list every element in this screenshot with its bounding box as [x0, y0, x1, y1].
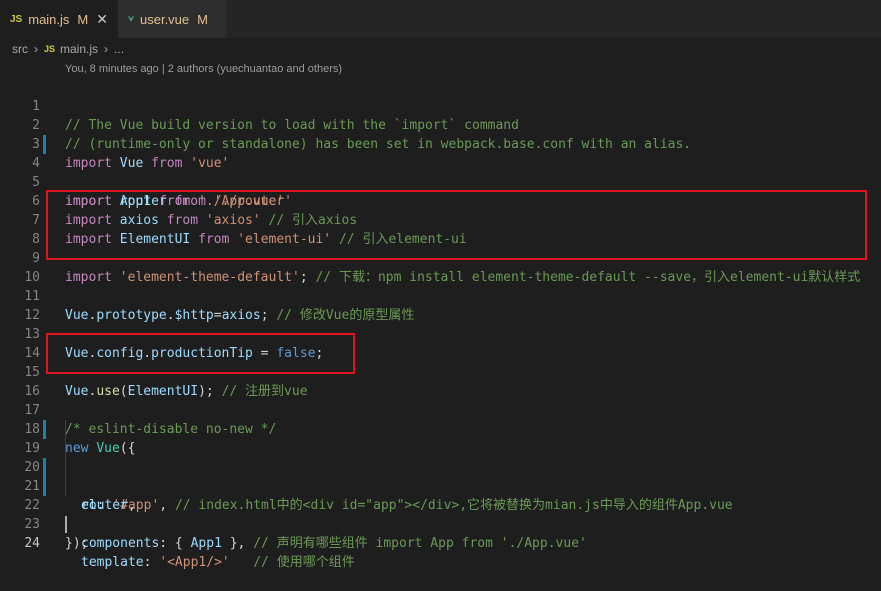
indent-guide	[65, 477, 66, 496]
annotation-box	[46, 190, 867, 260]
modified-line-marker[interactable]	[43, 477, 46, 496]
modified-line-marker[interactable]	[43, 458, 46, 477]
code-line: 1 // The Vue build version to load with …	[0, 78, 881, 133]
tab-label: main.js	[28, 11, 70, 27]
code-line: 4 import App1 from './App.vue'	[0, 135, 881, 209]
identifier: App1	[190, 536, 222, 551]
tab-label: user.vue	[140, 11, 190, 27]
chevron-right-icon: ›	[104, 42, 109, 56]
indent-guide	[65, 420, 66, 439]
indent-guide	[65, 439, 66, 458]
breadcrumb-symbols[interactable]: ...	[114, 42, 124, 56]
javascript-file-icon: JS	[10, 13, 23, 25]
code-line: 22 template: '<App1/>' // 使用哪个组件	[0, 477, 881, 570]
indent-guide	[65, 458, 66, 477]
code-line: 19 el: '#app', // index.html中的<div id="a…	[0, 420, 881, 513]
line-number: 24	[24, 536, 40, 551]
code-line: 5 import router from './router'	[0, 154, 881, 209]
breadcrumb: src › JS main.js › ...	[0, 38, 881, 60]
code-line: 23 });	[0, 496, 881, 551]
code-line: 13 Vue.config.productionTip = false;	[0, 306, 881, 361]
code-line: 21 components: { App1 }, // 声明有哪些组件 impo…	[0, 458, 881, 551]
code-line: 24	[0, 515, 881, 551]
close-icon[interactable]: ✕	[96, 11, 108, 28]
code-line: 11 Vue.prototype.$http=axios; // 修改Vue的原…	[0, 268, 881, 323]
breadcrumb-file[interactable]: main.js	[60, 42, 98, 56]
modified-indicator: M	[197, 11, 208, 27]
modified-line-marker[interactable]	[43, 420, 46, 439]
modified-line-marker[interactable]	[43, 135, 46, 154]
javascript-file-icon: JS	[44, 44, 56, 54]
vue-file-icon	[128, 16, 134, 22]
tab-main-js[interactable]: JS main.js M ✕	[0, 0, 118, 38]
punctuation: :	[143, 555, 160, 570]
punctuation: });	[65, 536, 89, 551]
property-key: components	[81, 536, 160, 551]
comment: // 使用哪个组件	[253, 555, 355, 570]
code-line: 18 new Vue({	[0, 401, 881, 456]
code-line: 20 router,	[0, 439, 881, 513]
annotation-box	[46, 333, 355, 374]
code-line: 12	[0, 287, 881, 323]
code-line: 17 /* eslint-disable no-new */	[0, 382, 881, 437]
tab-user-vue[interactable]: user.vue M	[118, 0, 226, 38]
code-line: 3 import Vue from 'vue'	[0, 116, 881, 171]
comment: // 声明有哪些组件 import App from './App.vue'	[253, 536, 587, 551]
string: '<App1/>'	[159, 555, 230, 570]
code-editor[interactable]: 1 // The Vue build version to load with …	[0, 78, 881, 570]
property-key: template	[81, 555, 144, 570]
modified-indicator: M	[77, 11, 89, 27]
breadcrumb-folder[interactable]: src	[12, 42, 28, 56]
chevron-right-icon: ›	[34, 42, 38, 56]
punctuation: },	[221, 536, 246, 551]
punctuation: : {	[159, 536, 191, 551]
editor-tab-bar: JS main.js M ✕ user.vue M	[0, 0, 881, 38]
code-line: 2 // (runtime-only or standalone) has be…	[0, 97, 881, 152]
git-blame-codelens[interactable]: You, 8 minutes ago | 2 authors (yuechuan…	[65, 60, 342, 78]
text-cursor	[65, 516, 67, 533]
